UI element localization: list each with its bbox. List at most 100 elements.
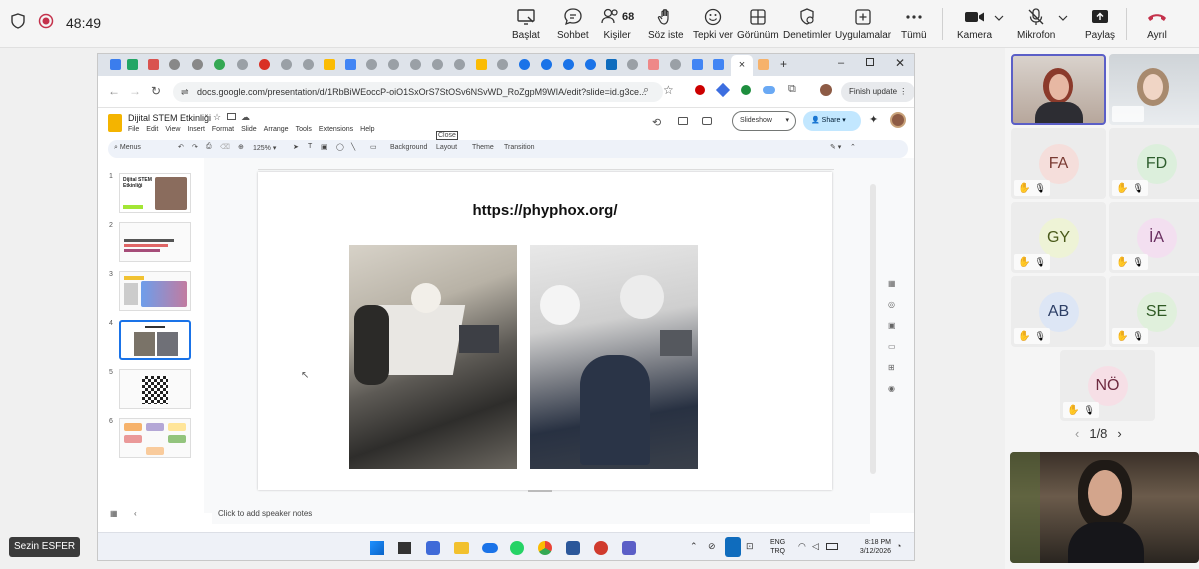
acrobat-icon[interactable]	[594, 541, 608, 555]
menu-file[interactable]: File	[128, 126, 139, 133]
people-button[interactable]: 68 Kişiler	[600, 6, 634, 41]
notification-bell-icon[interactable]: ◔	[896, 541, 901, 551]
tab-drive-icon[interactable]	[324, 59, 335, 70]
pager-next-icon[interactable]: ›	[1117, 426, 1121, 441]
volume-icon[interactable]: ◁	[812, 541, 819, 552]
sidebar-add-icon[interactable]: ⊞	[888, 363, 896, 372]
comment-add-icon[interactable]: ▭	[370, 143, 377, 151]
share-button[interactable]: Paylaş	[1085, 6, 1115, 41]
chrome-taskbar-icon[interactable]	[538, 541, 552, 555]
comments-icon[interactable]	[678, 117, 688, 125]
menu-tools[interactable]: Tools	[296, 126, 312, 133]
paint-format-icon[interactable]: ⌫	[220, 143, 230, 151]
tab-icon[interactable]	[214, 59, 225, 70]
slide-thumb-3[interactable]	[119, 271, 191, 311]
redo-icon[interactable]: ↷	[192, 143, 198, 151]
site-settings-icon[interactable]: ⇌	[181, 82, 189, 102]
video-tile-speaker[interactable]	[1011, 54, 1106, 125]
start-button[interactable]: Başlat	[512, 6, 540, 41]
background-button[interactable]: Background	[390, 144, 427, 151]
tab-icon[interactable]	[563, 59, 574, 70]
tab-icon[interactable]	[519, 59, 530, 70]
select-cursor-icon[interactable]: ➤	[293, 143, 299, 151]
text-box-icon[interactable]: T	[308, 143, 312, 150]
layout-button[interactable]: Layout	[436, 144, 457, 151]
move-folder-icon[interactable]	[227, 113, 236, 120]
canvas-scrollbar[interactable]	[870, 184, 876, 474]
tasks-icon[interactable]: ◎	[888, 300, 896, 309]
menu-format[interactable]: Format	[212, 126, 234, 133]
grid-view-icon[interactable]: ▦	[110, 509, 118, 518]
reload-icon[interactable]: ↻	[151, 84, 161, 98]
forward-icon[interactable]: →	[129, 84, 141, 98]
extension-icon[interactable]	[715, 82, 731, 98]
tray-icon[interactable]: ⊘	[708, 541, 716, 552]
finish-update-button[interactable]: Finish update ⋮	[841, 82, 914, 102]
tab-icon[interactable]	[169, 59, 180, 70]
url-input[interactable]: ⇌ docs.google.com/presentation/d/1RbBiWE…	[173, 82, 663, 102]
tab-icon[interactable]	[541, 59, 552, 70]
menu-view[interactable]: View	[165, 126, 180, 133]
collapse-filmstrip-icon[interactable]: ‹	[134, 509, 137, 518]
chat-button[interactable]: Sohbet	[557, 6, 589, 41]
undo-icon[interactable]: ↶	[178, 143, 184, 151]
menu-edit[interactable]: Edit	[146, 126, 158, 133]
more-button[interactable]: Tümü	[901, 6, 927, 41]
tab-drive-icon[interactable]	[476, 59, 487, 70]
tab-icon[interactable]	[259, 59, 270, 70]
slideshow-dropdown-icon[interactable]: ▾	[785, 112, 789, 130]
classroom-photo-1[interactable]	[349, 245, 517, 469]
clock[interactable]: 8:18 PM 3/12/2026	[846, 538, 891, 556]
window-close-icon[interactable]: ✕	[895, 56, 905, 70]
menus-search[interactable]: ⌕ Menus	[114, 144, 141, 152]
slide-thumb-6[interactable]	[119, 418, 191, 458]
view-button[interactable]: Görünüm	[737, 6, 779, 41]
chrome-menu-icon[interactable]	[110, 59, 121, 70]
extension-icon[interactable]	[741, 85, 751, 95]
tab-icon[interactable]	[237, 59, 248, 70]
tab-slides-icon[interactable]	[758, 59, 769, 70]
account-avatar[interactable]	[890, 112, 906, 128]
windows-start-icon[interactable]	[370, 541, 384, 555]
teams-taskbar-icon[interactable]	[622, 541, 636, 555]
back-icon[interactable]: ←	[108, 84, 120, 98]
tab-icon[interactable]	[497, 59, 508, 70]
file-explorer-icon[interactable]	[454, 542, 469, 554]
speaker-notes[interactable]: Click to add speaker notes	[212, 504, 870, 524]
mic-button[interactable]: Mikrofon	[1017, 6, 1055, 41]
profile-avatar[interactable]	[820, 84, 832, 96]
notes-resize-handle[interactable]	[528, 490, 552, 492]
tab-sheets-icon[interactable]	[127, 59, 138, 70]
tray-overflow-icon[interactable]: ⌃	[690, 541, 698, 552]
restore-icon[interactable]	[866, 58, 874, 66]
share-doc-button[interactable]: 👤 Share ▾	[803, 111, 861, 131]
slide-thumb-4-selected[interactable]	[119, 320, 191, 360]
camera-options-chevron-icon[interactable]	[994, 14, 1004, 22]
video-tile[interactable]	[1109, 54, 1199, 125]
tab-icon[interactable]	[627, 59, 638, 70]
menu-insert[interactable]: Insert	[187, 126, 205, 133]
tray-icon[interactable]: ⊡	[746, 541, 754, 552]
keep-icon[interactable]: ▦	[888, 279, 896, 288]
tab-docs-icon[interactable]	[345, 59, 356, 70]
active-tab-close-icon[interactable]: ×	[731, 55, 753, 76]
transition-button[interactable]: Transition	[504, 144, 534, 151]
bookmark-star-icon[interactable]: ☆	[663, 83, 674, 97]
slides-logo[interactable]	[108, 114, 122, 132]
collapse-toolbar-icon[interactable]: ⌃	[850, 143, 856, 151]
slide-thumb-2[interactable]	[119, 222, 191, 262]
react-button[interactable]: Tepki ver	[693, 6, 733, 41]
classroom-photo-2[interactable]	[530, 245, 698, 469]
participant-tile[interactable]: FA ✋ 🎙	[1011, 128, 1106, 199]
minimize-icon[interactable]: –	[838, 57, 844, 69]
print-icon[interactable]: ⎙	[206, 143, 212, 151]
menu-slide[interactable]: Slide	[241, 126, 257, 133]
task-view-icon[interactable]	[398, 542, 411, 554]
zoom-icon[interactable]: ⊕	[238, 143, 244, 151]
image-icon[interactable]: ▣	[321, 143, 328, 151]
apps-button[interactable]: Uygulamalar	[835, 6, 891, 41]
extensions-puzzle-icon[interactable]: ⧉	[788, 83, 796, 96]
participant-tile[interactable]: AB ✋ 🎙	[1011, 276, 1106, 347]
camera-button[interactable]: Kamera	[957, 6, 992, 41]
onedrive-icon[interactable]	[482, 543, 498, 553]
